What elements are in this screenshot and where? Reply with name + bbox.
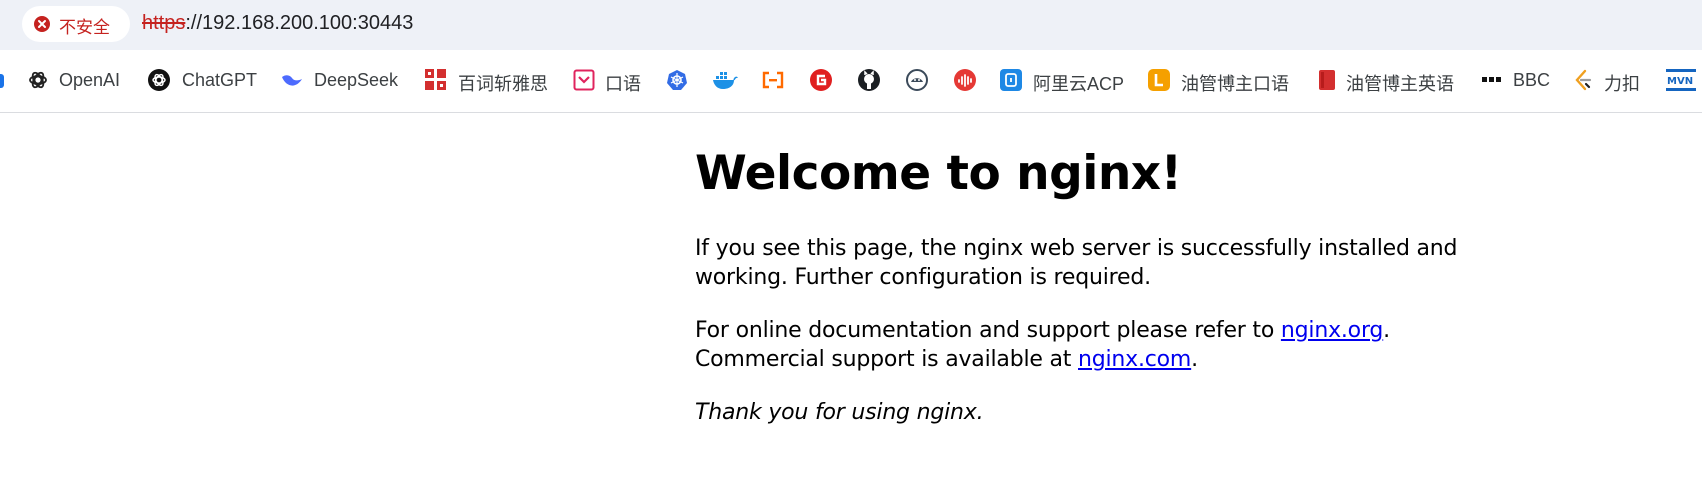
thanks-paragraph: Thank you for using nginx.	[695, 400, 984, 425]
bookmark-label: OpenAI	[59, 70, 121, 90]
kubernetes-icon	[666, 69, 688, 91]
url-scheme: https	[142, 12, 186, 34]
address-bar: 不安全 https://192.168.200.100:30443	[0, 0, 1702, 50]
docker-icon	[712, 69, 738, 91]
g-logo-icon	[810, 69, 832, 91]
page-content: Welcome to nginx! If you see this page, …	[695, 146, 1515, 425]
docs-text: For online documentation and support ple…	[695, 318, 1281, 343]
bookmark-label: 力扣	[1604, 74, 1640, 94]
github-icon	[858, 69, 880, 91]
bbc-icon	[1481, 69, 1503, 91]
bookmark-overflow-edge	[0, 74, 4, 88]
podman-icon	[906, 69, 928, 91]
bookmark-label: ChatGPT	[182, 70, 258, 90]
mvn-icon: MVN	[1666, 69, 1696, 91]
bookmark-label: 口语	[605, 74, 641, 94]
url-host: ://192.168.200.100:30443	[185, 12, 414, 34]
bookmark-label: 油管博主口语	[1181, 74, 1289, 94]
not-secure-icon	[34, 16, 50, 32]
docs-paragraph: For online documentation and support ple…	[695, 316, 1515, 374]
red-book-icon	[1316, 69, 1338, 91]
bookmark-label: 油管博主英语	[1346, 74, 1454, 94]
chatgpt-icon	[148, 69, 170, 91]
bookmark-label: 百词斩雅思	[458, 74, 548, 94]
bookmark-label: 阿里云ACP	[1033, 74, 1125, 94]
letter-l-icon	[1148, 69, 1170, 91]
deepseek-icon	[280, 69, 302, 91]
url-field[interactable]: https://192.168.200.100:30443	[142, 12, 413, 35]
nginx-com-link[interactable]: nginx.com	[1078, 347, 1191, 372]
intro-paragraph: If you see this page, the nginx web serv…	[695, 236, 1458, 290]
page-heading: Welcome to nginx!	[695, 146, 1182, 201]
docs-period: .	[1383, 318, 1390, 343]
aliyun-acp-icon	[1000, 69, 1022, 91]
commercial-text: Commercial support is available at	[695, 347, 1078, 372]
baicizhan-icon	[425, 69, 447, 91]
pocket-icon	[573, 69, 595, 91]
openai-icon	[27, 69, 49, 91]
bookmark-label: DeepSeek	[314, 70, 399, 90]
leetcode-icon	[1572, 69, 1594, 91]
svg-text:MVN: MVN	[1667, 76, 1693, 87]
nginx-org-link[interactable]: nginx.org	[1281, 318, 1383, 343]
security-label: 不安全	[59, 18, 110, 38]
site-security-chip[interactable]: 不安全	[22, 6, 130, 42]
commercial-period: .	[1191, 347, 1198, 372]
aliyun-bracket-icon	[761, 69, 785, 91]
bookmarks-bar: OpenAI ChatGPT DeepSeek 百词斩雅思 口语 阿里云ACP …	[0, 50, 1702, 113]
audio-wave-icon	[954, 69, 976, 91]
bookmark-label: BBC	[1513, 70, 1551, 90]
